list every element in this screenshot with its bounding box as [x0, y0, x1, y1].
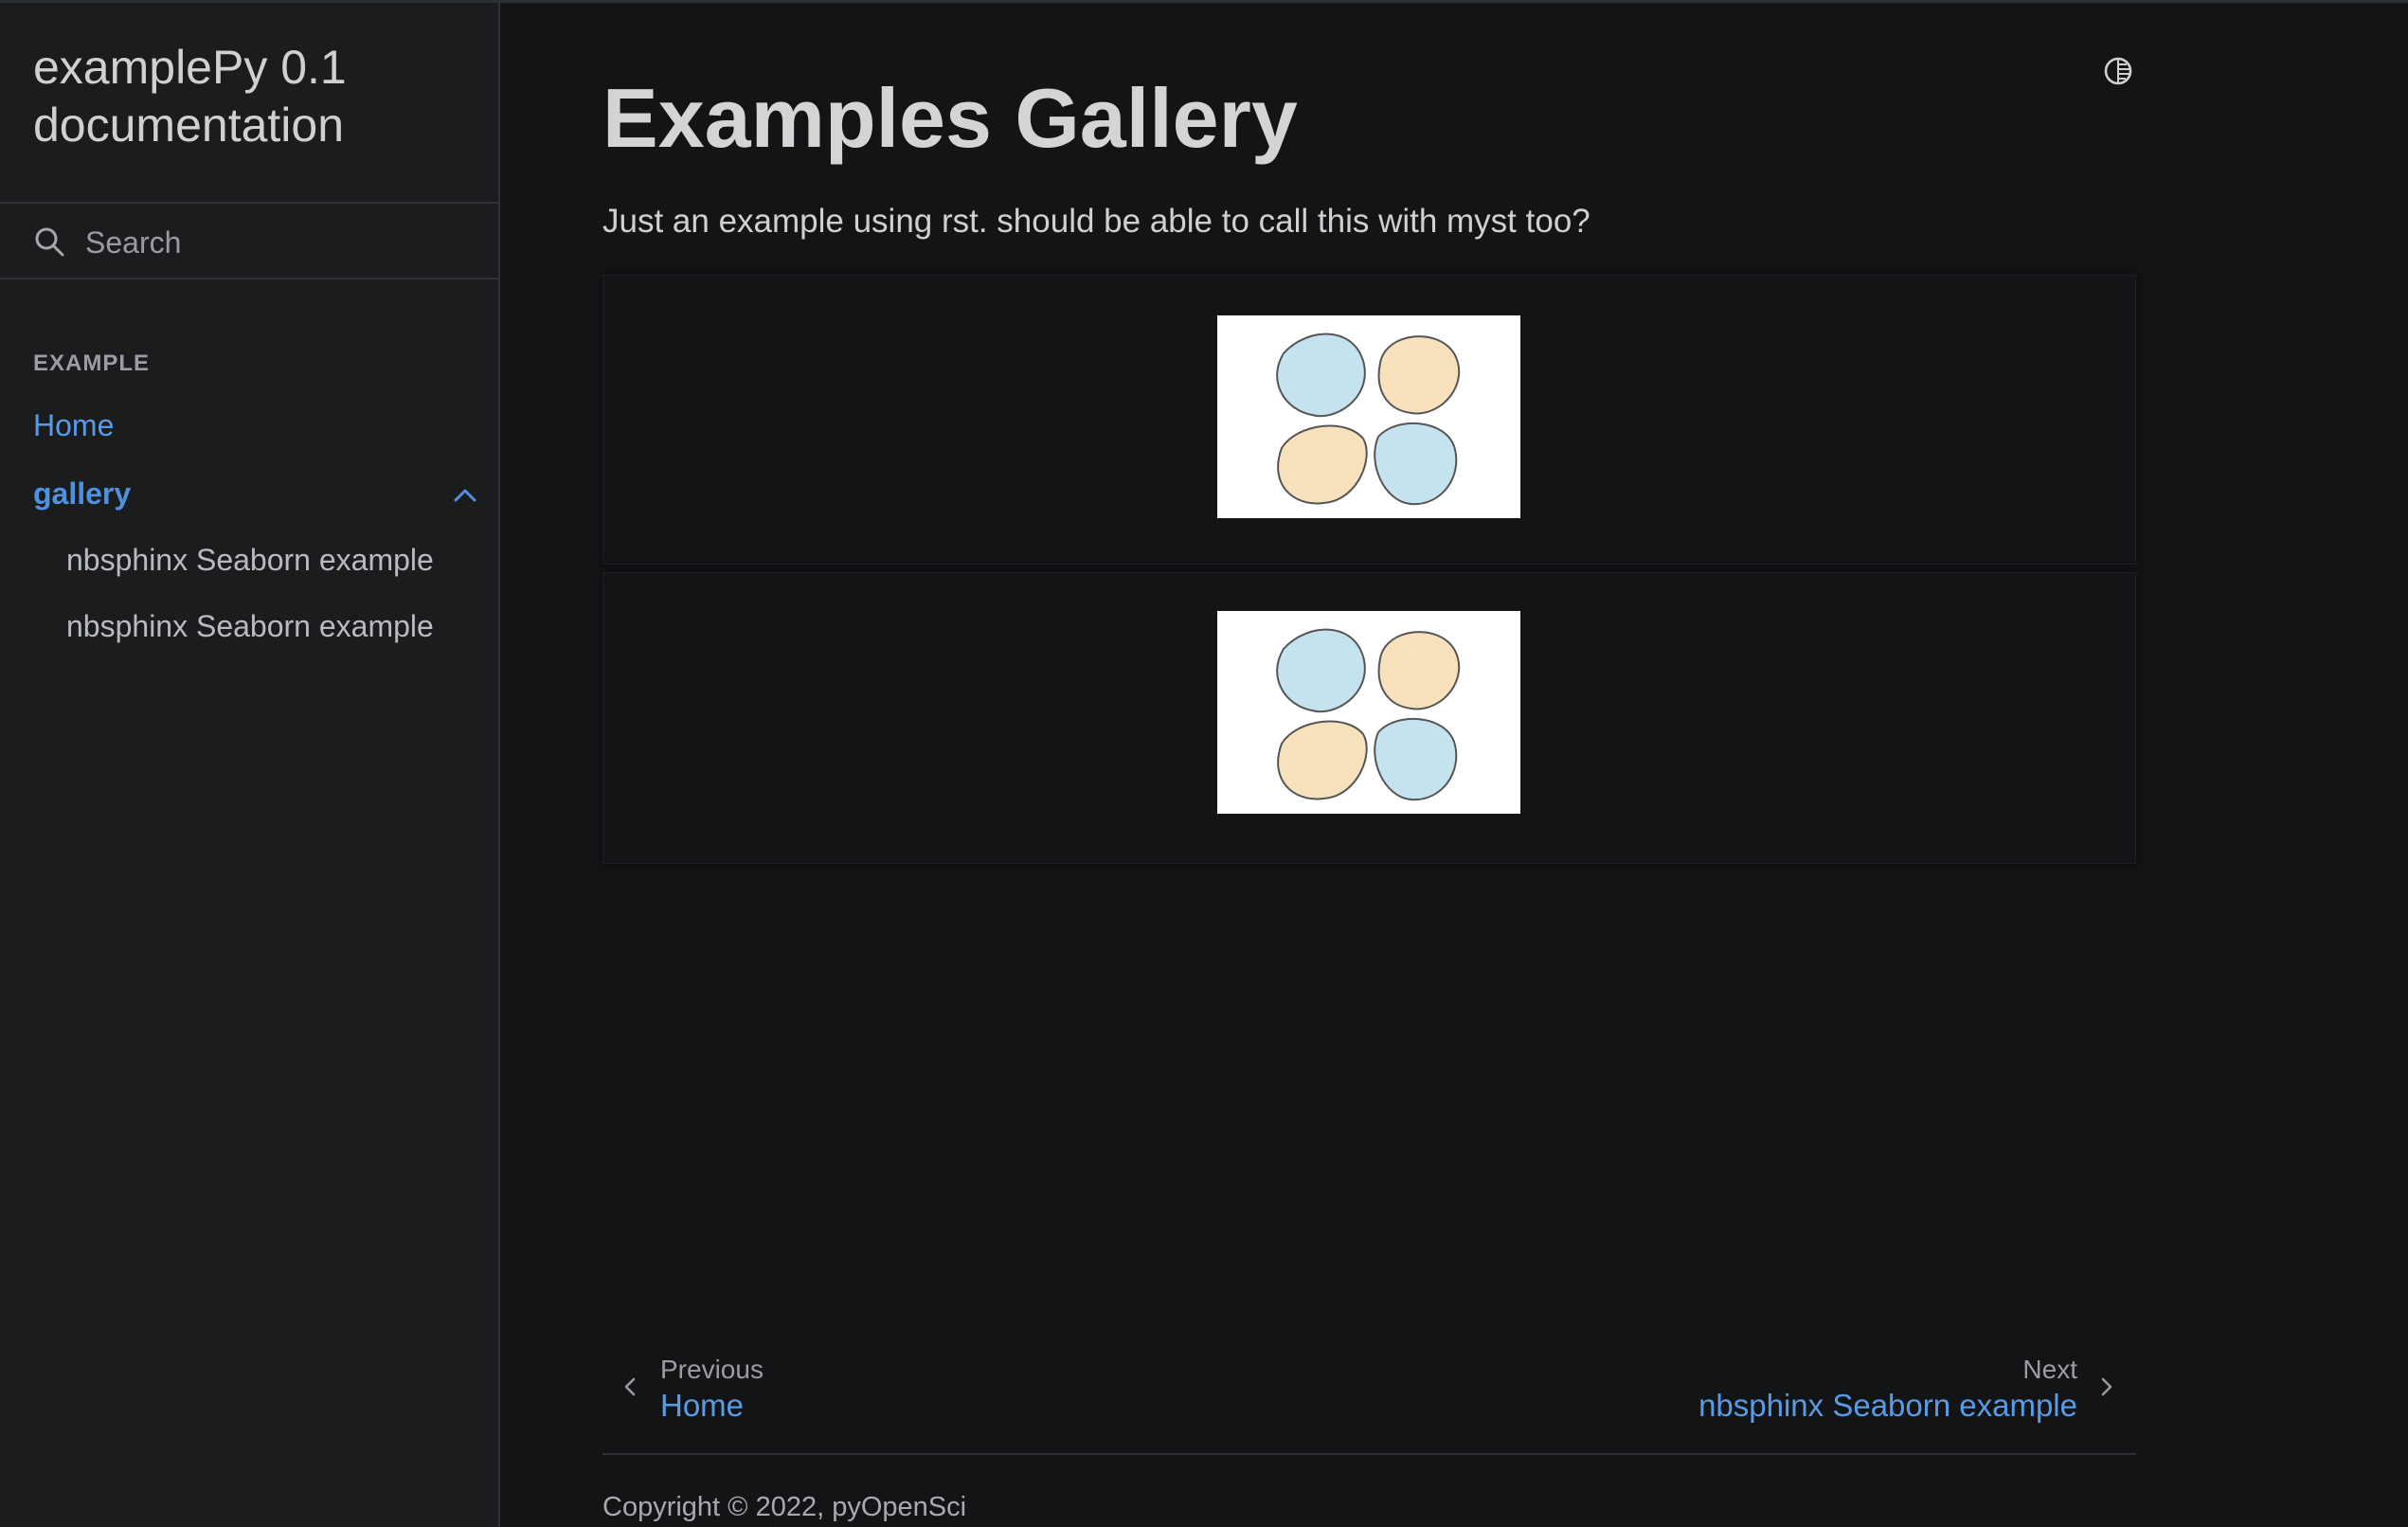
next-caption: Next	[2022, 1355, 2077, 1384]
sidebar: examplePy 0.1 documentation EXAMPLE Home…	[0, 3, 500, 1527]
gallery-card[interactable]	[602, 275, 2136, 565]
prev-page-link[interactable]: Home	[660, 1388, 744, 1424]
page-title: Examples Gallery	[602, 71, 1298, 165]
copyright-text: Copyright © 2022, pyOpenSci	[602, 1492, 967, 1522]
chevron-left-icon[interactable]	[622, 1374, 638, 1399]
sidebar-search	[0, 202, 498, 279]
next-page-link[interactable]: nbsphinx Seaborn example	[1698, 1388, 2077, 1424]
sidebar-item-home[interactable]: Home	[33, 408, 114, 443]
chevron-right-icon[interactable]	[2099, 1374, 2114, 1399]
page-intro: Just an example using rst. should be abl…	[602, 203, 1590, 240]
nav-caption: EXAMPLE	[33, 350, 151, 376]
gallery-thumbnail-image[interactable]	[1217, 611, 1520, 814]
prev-caption: Previous	[660, 1355, 764, 1384]
gallery-thumbnail-image[interactable]	[1217, 315, 1520, 518]
search-icon	[35, 227, 64, 257]
theme-toggle-icon[interactable]	[2102, 55, 2134, 87]
sidebar-item-nbsphinx-seaborn-2[interactable]: nbsphinx Seaborn example	[66, 609, 434, 644]
gallery-card[interactable]	[602, 572, 2136, 864]
sidebar-item-gallery[interactable]: gallery	[33, 476, 131, 512]
site-brand[interactable]: examplePy 0.1 documentation	[33, 39, 469, 154]
chevron-up-icon[interactable]	[451, 484, 479, 507]
footer-divider	[602, 1453, 2136, 1455]
search-input[interactable]	[83, 217, 485, 268]
sidebar-item-nbsphinx-seaborn-1[interactable]: nbsphinx Seaborn example	[66, 543, 434, 578]
